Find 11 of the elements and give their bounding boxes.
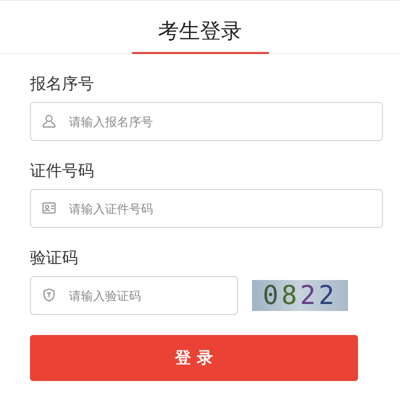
- field-label: 报名序号: [30, 74, 95, 95]
- input-field[interactable]: 请输入验证码: [30, 276, 238, 315]
- field-label: 证件号码: [30, 161, 95, 182]
- person-icon: [42, 114, 56, 128]
- id-card-icon: [42, 201, 56, 215]
- input-field[interactable]: 请输入证件号码: [30, 189, 383, 228]
- input-field[interactable]: 请输入报名序号: [30, 102, 383, 141]
- login-button[interactable]: 登 录: [30, 335, 358, 381]
- page-title: 考生登录: [132, 17, 268, 54]
- shield-icon: [42, 288, 56, 302]
- field-label: 验证码: [30, 248, 79, 269]
